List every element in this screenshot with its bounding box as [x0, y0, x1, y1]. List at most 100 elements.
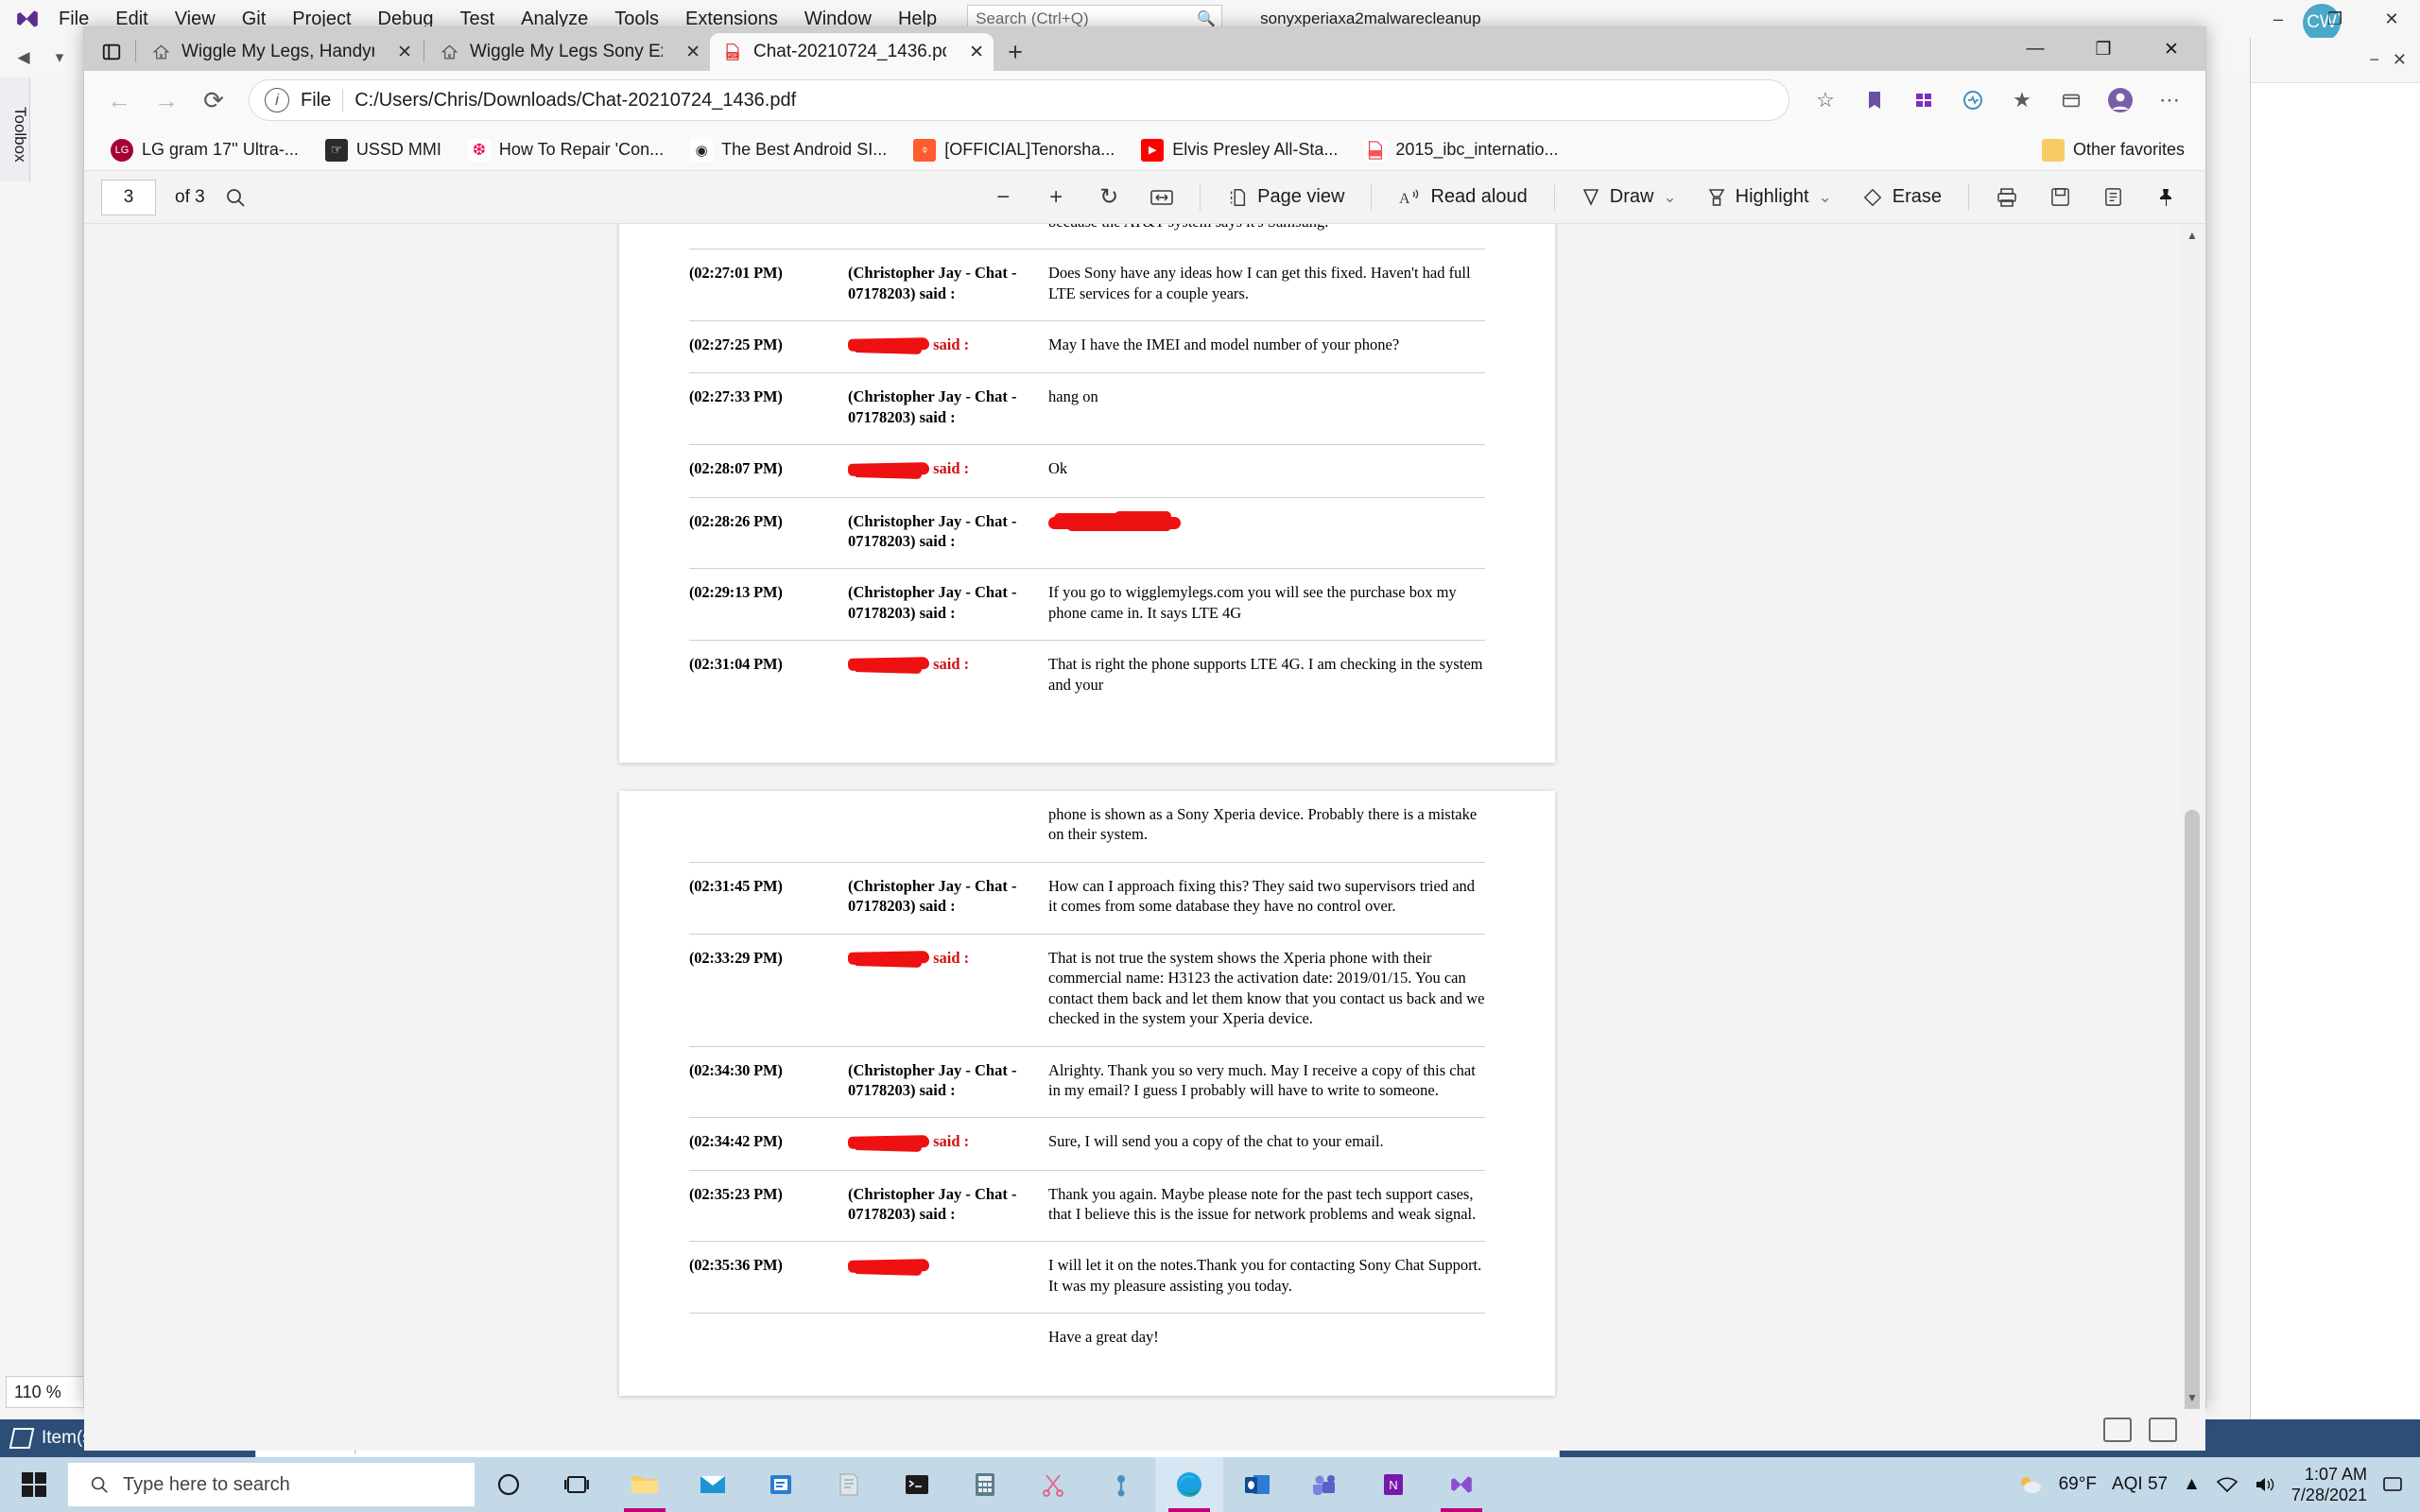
favorites-icon[interactable]: ★ — [1999, 77, 2045, 123]
microsoft-edge-icon[interactable] — [1155, 1457, 1223, 1512]
taskbar-clock[interactable]: 1:07 AM 7/28/2021 — [2291, 1464, 2367, 1506]
weather-temp[interactable]: 69°F — [2059, 1474, 2097, 1495]
notifications-icon[interactable] — [2382, 1475, 2403, 1494]
pdf-page-number-input[interactable]: 3 — [101, 179, 156, 215]
close-icon[interactable]: ✕ — [2393, 50, 2407, 70]
save-icon[interactable] — [2037, 177, 2083, 218]
draw-button[interactable]: Draw ⌄ — [1570, 177, 1688, 218]
refresh-icon[interactable]: ⟳ — [192, 78, 235, 122]
outlook-icon[interactable] — [1223, 1457, 1291, 1512]
git-icon[interactable] — [1087, 1457, 1155, 1512]
task-view-icon[interactable] — [543, 1457, 611, 1512]
terminal-icon[interactable] — [883, 1457, 951, 1512]
page-layout-icon[interactable] — [2103, 1418, 2132, 1442]
star-icon[interactable]: ☆ — [1803, 77, 1848, 123]
minimize-icon[interactable]: − — [2369, 50, 2379, 70]
favorite-item-6[interactable]: 2015_ibc_internatio... — [1353, 135, 1569, 165]
browser-tab-3[interactable]: PDF Chat-20210724_1436.pdf ✕ — [710, 33, 994, 71]
edge-maximize-button[interactable]: ❐ — [2069, 27, 2137, 71]
favorite-item-4[interactable]: ⌽ [OFFICIAL]Tenorsha... — [902, 135, 1126, 165]
redacted-name — [847, 1258, 930, 1277]
info-icon[interactable]: i — [265, 88, 289, 112]
pdf-toolbar: 3 of 3 − + ↻ Page view A Read aloud Draw… — [84, 171, 2205, 224]
print-icon[interactable] — [1984, 177, 2030, 218]
extensions-icon[interactable] — [1901, 77, 1946, 123]
favorite-item-0[interactable]: LG LG gram 17'' Ultra-... — [99, 135, 310, 165]
profile-icon[interactable] — [2098, 77, 2143, 123]
erase-button[interactable]: Erase — [1851, 177, 1953, 218]
pdf-scrollbar-thumb[interactable] — [2185, 810, 2200, 1409]
network-icon[interactable] — [2216, 1475, 2238, 1494]
favorite-item-1[interactable]: ☞ USSD MMI — [314, 135, 453, 165]
new-tab-button[interactable]: + — [994, 33, 1037, 71]
favorite-item-2[interactable]: ❆ How To Repair 'Con... — [457, 135, 675, 165]
highlight-button[interactable]: Highlight ⌄ — [1696, 177, 1843, 218]
chat-speaker: (Christopher Jay - Chat - 07178203) said… — [848, 568, 1048, 641]
browser-tab-2[interactable]: Wiggle My Legs Sony Experia XA ✕ — [426, 33, 710, 71]
microsoft-teams-icon[interactable] — [1291, 1457, 1359, 1512]
chevron-down-icon[interactable]: ⌄ — [1663, 188, 1676, 207]
powerpoint-icon[interactable] — [747, 1457, 815, 1512]
address-bar[interactable]: i File C:/Users/Chris/Downloads/Chat-202… — [249, 79, 1789, 121]
plus-icon[interactable]: + — [1033, 177, 1079, 218]
taskbar-search-input[interactable]: Type here to search — [68, 1463, 475, 1506]
edge-close-button[interactable]: ✕ — [2137, 27, 2205, 71]
calculator-icon[interactable] — [951, 1457, 1019, 1512]
close-icon[interactable]: ✕ — [685, 42, 700, 63]
chat-speaker — [848, 1313, 1048, 1365]
windows-start-icon[interactable] — [0, 1457, 68, 1512]
vs-maximize-button[interactable]: ❐ — [2307, 0, 2363, 38]
file-explorer-icon[interactable] — [611, 1457, 679, 1512]
vs-toolbox-tab[interactable]: Toolbox — [0, 77, 30, 181]
forward-arrow-icon[interactable]: → — [145, 78, 188, 122]
mail-icon[interactable] — [679, 1457, 747, 1512]
visual-studio-icon[interactable] — [1427, 1457, 1495, 1512]
browser-essentials-icon[interactable] — [1950, 77, 1996, 123]
add-notes-icon[interactable] — [2090, 177, 2135, 218]
chevron-down-icon[interactable]: ▾ — [47, 45, 72, 70]
favorite-item-3[interactable]: ◉ The Best Android SI... — [679, 135, 898, 165]
svg-text:N: N — [1389, 1478, 1397, 1492]
browser-tab-1-title: Wiggle My Legs, Handyman — [182, 42, 374, 61]
show-hidden-icons[interactable]: ▲ — [2183, 1474, 2201, 1495]
vs-back-icon[interactable]: ◀ — [11, 45, 36, 70]
page-view-button[interactable]: Page view — [1216, 177, 1356, 218]
back-arrow-icon[interactable]: ← — [97, 78, 141, 122]
cortana-icon[interactable] — [475, 1457, 543, 1512]
chevron-down-icon[interactable]: ⌄ — [1819, 188, 1832, 207]
tab-list-icon[interactable] — [90, 33, 133, 71]
vs-minimize-button[interactable]: – — [2250, 0, 2307, 38]
rotate-icon[interactable]: ↻ — [1086, 177, 1132, 218]
close-icon[interactable]: ✕ — [397, 42, 412, 63]
vs-close-button[interactable]: ✕ — [2363, 0, 2420, 38]
page-fit-icon[interactable] — [2149, 1418, 2177, 1442]
search-icon[interactable] — [213, 177, 258, 218]
scroll-down-icon[interactable]: ▼ — [2181, 1386, 2204, 1409]
collections-panel-icon[interactable] — [2048, 77, 2094, 123]
minus-icon[interactable]: − — [980, 177, 1026, 218]
edge-minimize-button[interactable]: — — [2001, 27, 2069, 71]
chat-message: May I have the IMEI and model number of … — [1048, 320, 1485, 373]
volume-icon[interactable] — [2254, 1475, 2276, 1494]
weather-icon[interactable] — [2017, 1473, 2044, 1496]
chat-row: (02:33:29 PM) said : That is not true the… — [689, 933, 1485, 1046]
read-aloud-button[interactable]: A Read aloud — [1387, 177, 1538, 218]
eraser-icon — [1862, 187, 1883, 208]
scroll-up-icon[interactable]: ▲ — [2181, 224, 2204, 247]
close-icon[interactable]: ✕ — [969, 42, 984, 63]
pin-icon[interactable] — [2143, 177, 2188, 218]
browser-tab-1[interactable]: Wiggle My Legs, Handyman ✕ — [138, 33, 422, 71]
fit-to-width-icon[interactable] — [1139, 177, 1184, 218]
aqi-label[interactable]: AQI 57 — [2112, 1474, 2168, 1495]
pdf-scrollbar[interactable]: ▲ ▼ — [2181, 224, 2204, 1409]
notepad-icon[interactable] — [815, 1457, 883, 1512]
settings-more-icon[interactable]: ⋯ — [2147, 77, 2192, 123]
onenote-icon[interactable]: N — [1359, 1457, 1427, 1512]
other-favorites-button[interactable]: Other favorites — [2041, 138, 2190, 162]
pdf-viewport[interactable]: (02:26:30 PM)(Christopher Jay - Chat - 0… — [84, 224, 2205, 1409]
favorite-item-5[interactable]: ▶ Elvis Presley All-Sta... — [1130, 135, 1349, 165]
chat-row: (02:28:07 PM) said : Ok — [689, 444, 1485, 497]
snip-sketch-icon[interactable] — [1019, 1457, 1087, 1512]
taskbar-search-placeholder: Type here to search — [123, 1473, 290, 1495]
collections-icon[interactable] — [1852, 77, 1897, 123]
